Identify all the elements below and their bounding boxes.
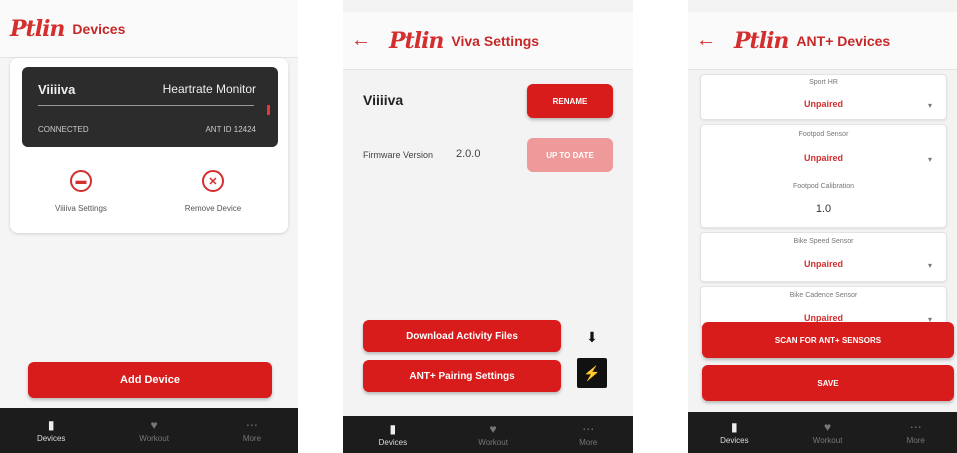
rename-button[interactable]: RENAME	[527, 84, 613, 118]
nav-more[interactable]: ⋯ More	[579, 422, 597, 447]
app-bar: ← Ptlin Viva Settings	[343, 12, 633, 70]
firmware-version: 2.0.0	[456, 148, 481, 160]
nav-workout[interactable]: ♥ Workout	[139, 418, 169, 443]
nav-workout[interactable]: ♥ Workout	[478, 422, 508, 447]
devices-screen: Ptlin Devices Viiiiva Heartrate Monitor …	[0, 0, 298, 453]
add-device-button[interactable]: Add Device	[28, 362, 272, 398]
workout-icon: ♥	[150, 418, 158, 432]
settings-icon[interactable]: ▬	[70, 170, 92, 192]
brand-logo: Ptlin	[734, 27, 789, 54]
nav-label: Devices	[378, 438, 408, 447]
chevron-down-icon: ▾	[927, 155, 932, 164]
app-bar: ← Ptlin ANT+ Devices	[688, 12, 957, 70]
nav-label: More	[906, 436, 925, 445]
sensor-footpod[interactable]: Footpod Sensor Unpaired ▾ Footpod Calibr…	[700, 124, 947, 228]
device-icon: ▮	[47, 418, 55, 432]
back-arrow-icon[interactable]: ←	[343, 29, 379, 52]
chevron-down-icon: ▾	[927, 101, 932, 110]
bottom-nav: ▮ Devices ♥ Workout ⋯ More	[343, 416, 633, 453]
device-name: Viiiiva	[363, 92, 404, 108]
device-icon: ▮	[731, 420, 738, 434]
save-button[interactable]: SAVE	[702, 365, 954, 401]
nav-workout[interactable]: ♥ Workout	[813, 420, 843, 445]
scan-sensors-button[interactable]: SCAN FOR ANT+ SENSORS	[702, 322, 954, 358]
page-title: ANT+ Devices	[796, 32, 891, 49]
device-name: Viiiiva	[38, 82, 76, 97]
nav-label: Workout	[139, 434, 169, 443]
sensor-value: Unpaired	[803, 153, 843, 163]
firmware-label: Firmware Version	[363, 150, 434, 160]
calibration-value[interactable]: 1.0	[701, 203, 946, 215]
sensor-label: Sport HR	[809, 79, 838, 86]
sensor-value: Unpaired	[803, 99, 843, 109]
nav-label: More	[242, 434, 262, 443]
ant-pairing-button[interactable]: ANT+ Pairing Settings	[363, 360, 561, 392]
workout-icon: ♥	[824, 420, 832, 434]
sensor-value: Unpaired	[803, 259, 843, 269]
sensor-label: Footpod Sensor	[798, 131, 849, 138]
device-type: Heartrate Monitor	[162, 82, 256, 96]
page-title: Viva Settings	[451, 32, 540, 49]
nav-more[interactable]: ⋯ More	[907, 420, 925, 445]
device-icon: ▮	[389, 422, 397, 436]
download-icon[interactable]: ⬇	[581, 326, 603, 348]
sensor-label: Bike Speed Sensor	[793, 238, 854, 245]
more-icon: ⋯	[582, 422, 595, 436]
bottom-nav: ▮ Devices ♥ Workout ⋯ More	[688, 412, 957, 453]
nav-devices[interactable]: ▮ Devices	[720, 420, 748, 445]
remove-icon[interactable]: ✕	[202, 170, 224, 192]
calibration-label: Footpod Calibration	[792, 183, 855, 190]
brand-logo: Ptlin	[389, 27, 444, 54]
device-card: Viiiiva Heartrate Monitor CONNECTED ANT …	[10, 58, 288, 233]
viva-settings-screen: ← Ptlin Viva Settings Viiiiva RENAME Fir…	[343, 0, 633, 453]
remove-action-label[interactable]: Remove Device	[168, 204, 258, 213]
workout-icon: ♥	[489, 422, 497, 436]
bottom-nav: ▮ Devices ♥ Workout ⋯ More	[0, 408, 298, 453]
ant-id: ANT ID 12424	[205, 125, 256, 134]
update-button[interactable]: UP TO DATE	[527, 138, 613, 172]
divider	[38, 105, 254, 106]
connected-device-tile[interactable]: Viiiiva Heartrate Monitor CONNECTED ANT …	[22, 67, 278, 147]
ant-devices-screen: ← Ptlin ANT+ Devices Sport HR Unpaired ▾…	[688, 0, 957, 453]
page-title: Devices	[72, 20, 126, 37]
back-arrow-icon[interactable]: ←	[688, 29, 724, 52]
nav-more[interactable]: ⋯ More	[243, 418, 261, 443]
brand-logo: Ptlin	[10, 15, 65, 42]
sensor-bike-speed[interactable]: Bike Speed Sensor Unpaired ▾	[700, 232, 947, 282]
sensor-label: Bike Cadence Sensor	[789, 292, 858, 299]
signal-indicator	[267, 105, 270, 115]
more-icon: ⋯	[909, 420, 922, 434]
nav-label: Devices	[36, 434, 66, 443]
nav-label: Workout	[812, 436, 843, 445]
nav-label: More	[579, 438, 598, 447]
app-bar: Ptlin Devices	[0, 0, 298, 58]
settings-action-label[interactable]: Viiiiva Settings	[36, 204, 126, 213]
nav-devices[interactable]: ▮ Devices	[379, 422, 407, 447]
download-activity-button[interactable]: Download Activity Files	[363, 320, 561, 352]
connection-status: CONNECTED	[38, 125, 89, 134]
sensor-sport-hr[interactable]: Sport HR Unpaired ▾	[700, 74, 947, 120]
nav-label: Workout	[478, 438, 508, 447]
more-icon: ⋯	[245, 418, 258, 432]
nav-label: Devices	[720, 436, 749, 445]
nav-devices[interactable]: ▮ Devices	[37, 418, 65, 443]
chevron-down-icon: ▾	[927, 261, 932, 270]
ant-plus-icon[interactable]: ⚡	[577, 358, 607, 388]
